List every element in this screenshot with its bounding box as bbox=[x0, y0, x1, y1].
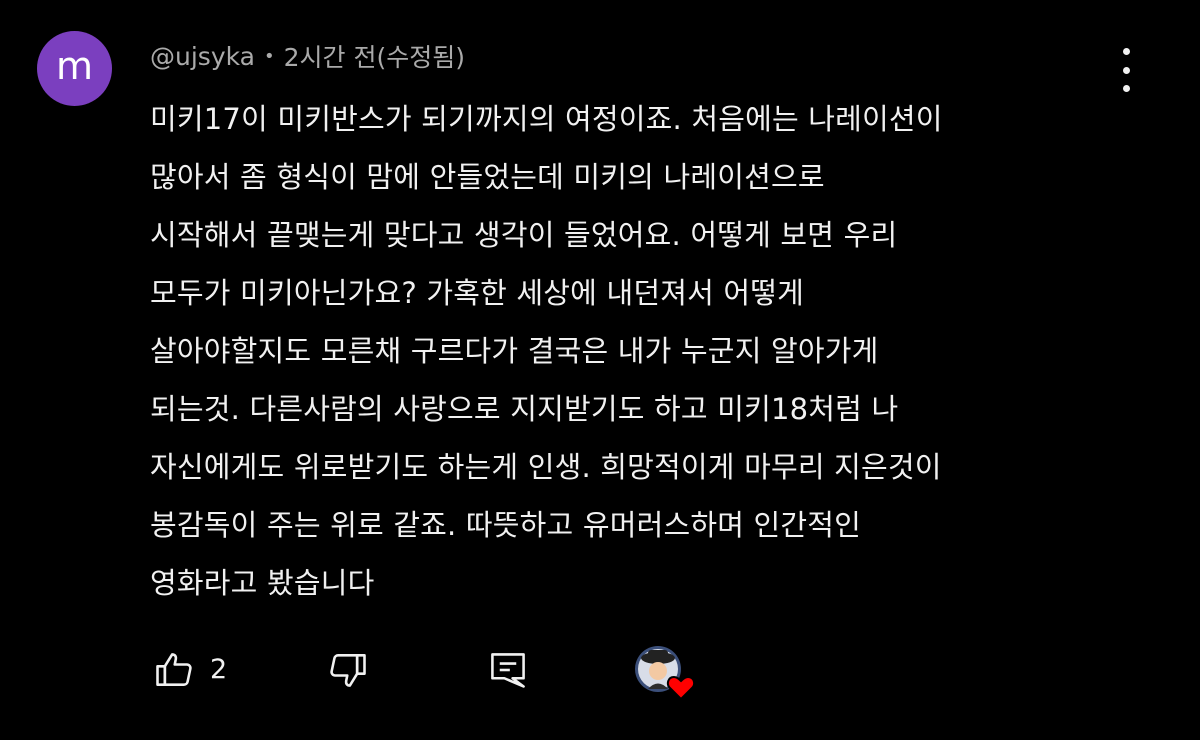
avatar-letter: m bbox=[55, 43, 94, 88]
comment-text: 미키17이 미키반스가 되기까지의 여정이죠. 처음에는 나레이션이 많아서 좀… bbox=[150, 90, 1140, 612]
creator-heart-icon bbox=[635, 646, 696, 701]
creator-heart-badge bbox=[634, 642, 700, 701]
comment-text-line: 모두가 미키아닌가요? 가혹한 세상에 내던져서 어떻게 bbox=[150, 276, 805, 310]
comment-text-line: 미키17이 미키반스가 되기까지의 여정이죠. 처음에는 나레이션이 bbox=[150, 102, 943, 136]
like-button[interactable] bbox=[152, 640, 196, 700]
comment-text-line: 자신에게도 위로받기도 하는게 인생. 희망적이게 마무리 지은것이 bbox=[150, 450, 942, 484]
more-vertical-icon-dot bbox=[1122, 66, 1130, 74]
more-vertical-icon-dot bbox=[1122, 48, 1130, 55]
comment-text-line: 살아야할지도 모른채 구르다가 결국은 내가 누군지 알아가게 bbox=[150, 334, 879, 368]
comment-header: @ujsyka • 2시간 전(수정됨) bbox=[150, 36, 465, 76]
more-options-button[interactable] bbox=[1108, 48, 1144, 92]
thumb-up-icon bbox=[156, 653, 192, 686]
dislike-button[interactable] bbox=[326, 640, 370, 700]
avatar[interactable]: m bbox=[37, 31, 112, 106]
thumb-down-icon bbox=[330, 654, 366, 687]
comment-text-line: 시작해서 끝맺는게 맞다고 생각이 들었어요. 어떻게 보면 우리 bbox=[150, 218, 898, 252]
meta-separator: • bbox=[263, 45, 275, 67]
reply-button[interactable] bbox=[486, 640, 530, 700]
comment-actions: 2 bbox=[150, 640, 750, 701]
comment-text-line: 영화라고 봤습니다 bbox=[150, 566, 375, 600]
like-count: 2 bbox=[210, 654, 228, 685]
comment-text-line: 되는것. 다른사람의 사랑으로 지지받기도 하고 미키18처럼 나 bbox=[150, 392, 899, 426]
comment-text-line: 많아서 좀 형식이 맘에 안들었는데 미키의 나레이션으로 bbox=[150, 160, 825, 194]
comment-timestamp[interactable]: 2시간 전(수정됨) bbox=[284, 38, 465, 74]
reply-comment-icon bbox=[491, 653, 525, 688]
comment-text-line: 봉감독이 주는 위로 같죠. 따뜻하고 유머러스하며 인간적인 bbox=[150, 508, 862, 542]
author-handle[interactable]: @ujsyka bbox=[150, 42, 255, 71]
